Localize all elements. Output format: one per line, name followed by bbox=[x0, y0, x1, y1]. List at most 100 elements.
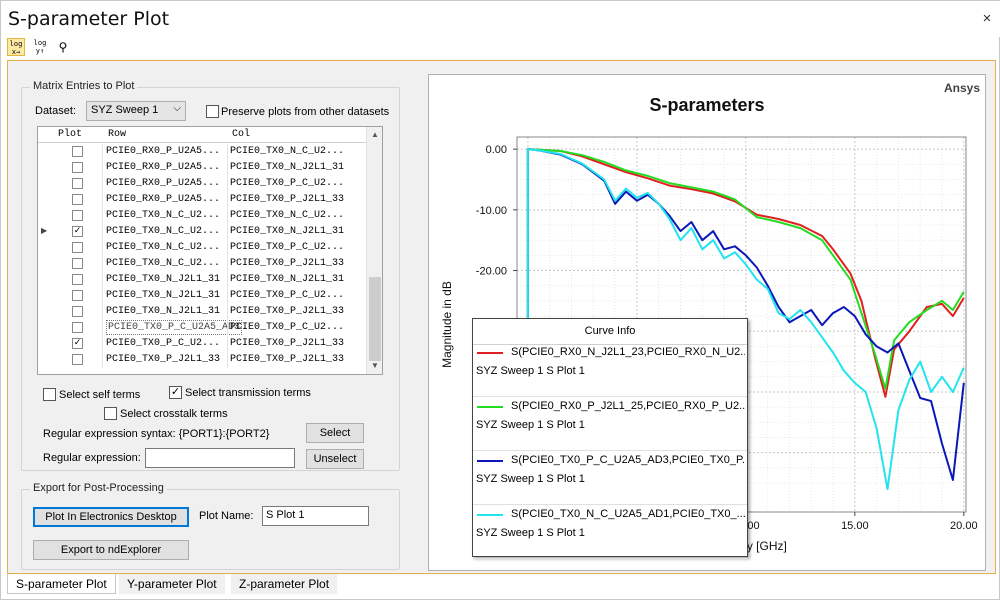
grid-row[interactable]: PCIE0_TX0_P_J2L1_33 PCIE0_TX0_P_J2L1_33 bbox=[38, 352, 368, 368]
unselect-button[interactable]: Unselect bbox=[306, 449, 364, 469]
scroll-up-icon[interactable]: ▲ bbox=[367, 127, 382, 143]
cell-col[interactable]: PCIE0_TX0_P_C_U2... bbox=[230, 322, 344, 333]
grid-row[interactable]: PCIE0_TX0_N_C_U2... PCIE0_TX0_P_J2L1_33 bbox=[38, 256, 368, 272]
curve-name: S(PCIE0_TX0_N_C_U2A5_AD1,PCIE0_TX0_... bbox=[511, 508, 745, 520]
regex-input[interactable] bbox=[145, 448, 295, 468]
column-divider bbox=[227, 192, 228, 208]
curve-name: S(PCIE0_RX0_P_J2L1_25,PCIE0_RX0_P_U2... bbox=[511, 400, 745, 412]
tab-y-parameter-plot[interactable]: Y-parameter Plot bbox=[119, 574, 225, 594]
cell-row[interactable]: PCIE0_TX0_N_C_U2... bbox=[106, 242, 220, 253]
plot-in-electronics-desktop-button[interactable]: Plot In Electronics Desktop bbox=[33, 507, 189, 527]
grid-row[interactable]: PCIE0_TX0_N_C_U2... PCIE0_TX0_N_C_U2... bbox=[38, 208, 368, 224]
cell-row[interactable]: PCIE0_RX0_P_U2A5... bbox=[106, 178, 220, 189]
crosstalk-terms-checkbox[interactable] bbox=[104, 407, 117, 420]
plot-checkbox[interactable] bbox=[72, 162, 83, 173]
tab-z-parameter-plot[interactable]: Z-parameter Plot bbox=[231, 574, 338, 594]
grid-row[interactable]: PCIE0_TX0_N_J2L1_31 PCIE0_TX0_P_J2L1_33 bbox=[38, 304, 368, 320]
plot-checkbox[interactable]: ✓ bbox=[72, 338, 83, 349]
plot-checkbox[interactable] bbox=[72, 306, 83, 317]
grid-row[interactable]: PCIE0_RX0_P_U2A5... PCIE0_TX0_P_C_U2... bbox=[38, 176, 368, 192]
x-tick-label: 15.00 bbox=[841, 520, 869, 532]
preserve-plots-label: Preserve plots from other datasets bbox=[221, 106, 390, 118]
cell-col[interactable]: PCIE0_TX0_P_J2L1_33 bbox=[230, 258, 344, 269]
close-icon[interactable]: × bbox=[979, 10, 995, 27]
pin-icon[interactable]: ⚲ bbox=[54, 38, 72, 56]
cell-row[interactable]: PCIE0_TX0_P_J2L1_33 bbox=[106, 354, 220, 365]
cell-row[interactable]: PCIE0_TX0_N_C_U2... bbox=[106, 226, 220, 237]
x-tick-label: 20.00 bbox=[950, 520, 978, 532]
grid-scrollbar[interactable]: ▲ ▼ bbox=[366, 127, 382, 374]
grid-row[interactable]: PCIE0_TX0_N_J2L1_31 PCIE0_TX0_N_J2L1_31 bbox=[38, 272, 368, 288]
regex-label: Regular expression: bbox=[43, 452, 141, 464]
cell-col[interactable]: PCIE0_TX0_P_J2L1_33 bbox=[230, 354, 344, 365]
plot-checkbox[interactable] bbox=[72, 290, 83, 301]
column-divider bbox=[102, 352, 103, 368]
cell-col[interactable]: PCIE0_TX0_N_J2L1_31 bbox=[230, 162, 344, 173]
tab-s-parameter-plot[interactable]: S-parameter Plot bbox=[7, 574, 116, 594]
dataset-select[interactable]: SYZ Sweep 1 ⌵ bbox=[86, 101, 186, 121]
cell-col[interactable]: PCIE0_TX0_N_C_U2... bbox=[230, 210, 344, 221]
self-terms-checkbox[interactable] bbox=[43, 388, 56, 401]
cell-row[interactable]: PCIE0_TX0_N_C_U2... bbox=[106, 210, 220, 221]
cell-row[interactable]: PCIE0_TX0_N_J2L1_31 bbox=[106, 306, 220, 317]
cell-row[interactable]: PCIE0_RX0_P_U2A5... bbox=[106, 146, 220, 157]
plot-checkbox[interactable] bbox=[72, 322, 83, 333]
plot-checkbox[interactable] bbox=[72, 178, 83, 189]
grid-row[interactable]: PCIE0_RX0_P_U2A5... PCIE0_TX0_N_C_U2... bbox=[38, 144, 368, 160]
cell-col[interactable]: PCIE0_TX0_P_C_U2... bbox=[230, 242, 344, 253]
current-row-marker-icon: ▶ bbox=[41, 227, 48, 236]
cell-row[interactable]: PCIE0_TX0_N_J2L1_31 bbox=[106, 274, 220, 285]
plot-checkbox[interactable]: ✓ bbox=[72, 226, 83, 237]
cell-col[interactable]: PCIE0_TX0_P_J2L1_33 bbox=[230, 194, 344, 205]
cell-row[interactable]: PCIE0_TX0_N_J2L1_31 bbox=[106, 290, 220, 301]
cell-col[interactable]: PCIE0_TX0_P_C_U2... bbox=[230, 178, 344, 189]
scroll-thumb[interactable] bbox=[369, 277, 381, 361]
plot-name-input[interactable]: S Plot 1 bbox=[262, 506, 369, 526]
grid-row[interactable]: ▶ ✓ PCIE0_TX0_N_C_U2... PCIE0_TX0_N_J2L1_31 bbox=[38, 224, 368, 240]
preserve-plots-checkbox[interactable] bbox=[206, 105, 219, 118]
plot-checkbox[interactable] bbox=[72, 354, 83, 365]
plot-checkbox[interactable] bbox=[72, 194, 83, 205]
regex-syntax-label: Regular expression syntax: {PORT1}:{PORT… bbox=[43, 428, 270, 440]
cell-col[interactable]: PCIE0_TX0_N_J2L1_31 bbox=[230, 226, 344, 237]
cell-row[interactable]: PCIE0_RX0_P_U2A5... bbox=[106, 194, 220, 205]
cell-row[interactable]: PCIE0_TX0_P_C_U2A5_AD3 bbox=[106, 320, 243, 335]
grid-row[interactable]: PCIE0_TX0_P_C_U2A5_AD3 PCIE0_TX0_P_C_U2..… bbox=[38, 320, 368, 336]
curve-info-entry: S(PCIE0_RX0_P_J2L1_25,PCIE0_RX0_P_U2... S… bbox=[473, 397, 747, 451]
cell-col[interactable]: PCIE0_TX0_P_C_U2... bbox=[230, 290, 344, 301]
ansys-logo: Ansys bbox=[943, 81, 980, 95]
plot-checkbox[interactable] bbox=[72, 210, 83, 221]
grid-row[interactable]: PCIE0_RX0_P_U2A5... PCIE0_TX0_P_J2L1_33 bbox=[38, 192, 368, 208]
log-y-icon[interactable]: log y↑ bbox=[31, 38, 49, 56]
grid-row[interactable]: PCIE0_TX0_N_C_U2... PCIE0_TX0_P_C_U2... bbox=[38, 240, 368, 256]
grid-row[interactable]: PCIE0_TX0_N_J2L1_31 PCIE0_TX0_P_C_U2... bbox=[38, 288, 368, 304]
curve-source: SYZ Sweep 1 S Plot 1 bbox=[476, 473, 585, 485]
select-button[interactable]: Select bbox=[306, 423, 364, 443]
plot-checkbox[interactable] bbox=[72, 146, 83, 157]
export-to-ndexplorer-button[interactable]: Export to ndExplorer bbox=[33, 540, 189, 560]
cell-row[interactable]: PCIE0_RX0_P_U2A5... bbox=[106, 162, 220, 173]
column-header-col[interactable]: Col bbox=[232, 129, 250, 140]
plot-checkbox[interactable] bbox=[72, 274, 83, 285]
scroll-down-icon[interactable]: ▼ bbox=[367, 358, 382, 374]
log-x-icon[interactable]: log x→ bbox=[7, 38, 25, 56]
column-header-plot[interactable]: Plot bbox=[58, 129, 82, 140]
matrix-grid[interactable]: Plot Row Col PCIE0_RX0_P_U2A5... PCIE0_TX… bbox=[37, 126, 383, 375]
plot-checkbox[interactable] bbox=[72, 258, 83, 269]
curve-info-popup: Curve Info S(PCIE0_RX0_N_J2L1_23,PCIE0_R… bbox=[472, 318, 748, 559]
column-header-row[interactable]: Row bbox=[108, 129, 126, 140]
cell-col[interactable]: PCIE0_TX0_P_J2L1_33 bbox=[230, 306, 344, 317]
transmission-terms-checkbox[interactable]: ✓ bbox=[169, 386, 182, 399]
plot-checkbox[interactable] bbox=[72, 242, 83, 253]
grid-row[interactable]: PCIE0_RX0_P_U2A5... PCIE0_TX0_N_J2L1_31 bbox=[38, 160, 368, 176]
grid-row[interactable]: ✓ PCIE0_TX0_P_C_U2... PCIE0_TX0_P_J2L1_33 bbox=[38, 336, 368, 352]
column-divider bbox=[102, 176, 103, 192]
cell-row[interactable]: PCIE0_TX0_N_C_U2... bbox=[106, 258, 220, 269]
cell-col[interactable]: PCIE0_TX0_N_C_U2... bbox=[230, 146, 344, 157]
cell-col[interactable]: PCIE0_TX0_P_J2L1_33 bbox=[230, 338, 344, 349]
s-parameter-plot-window: S-parameter Plot × log x→ log y↑ ⚲ Matrix … bbox=[0, 0, 1000, 600]
cell-row[interactable]: PCIE0_TX0_P_C_U2... bbox=[106, 338, 220, 349]
toolbar: log x→ log y↑ ⚲ bbox=[7, 38, 87, 58]
column-divider bbox=[102, 336, 103, 352]
cell-col[interactable]: PCIE0_TX0_N_J2L1_31 bbox=[230, 274, 344, 285]
